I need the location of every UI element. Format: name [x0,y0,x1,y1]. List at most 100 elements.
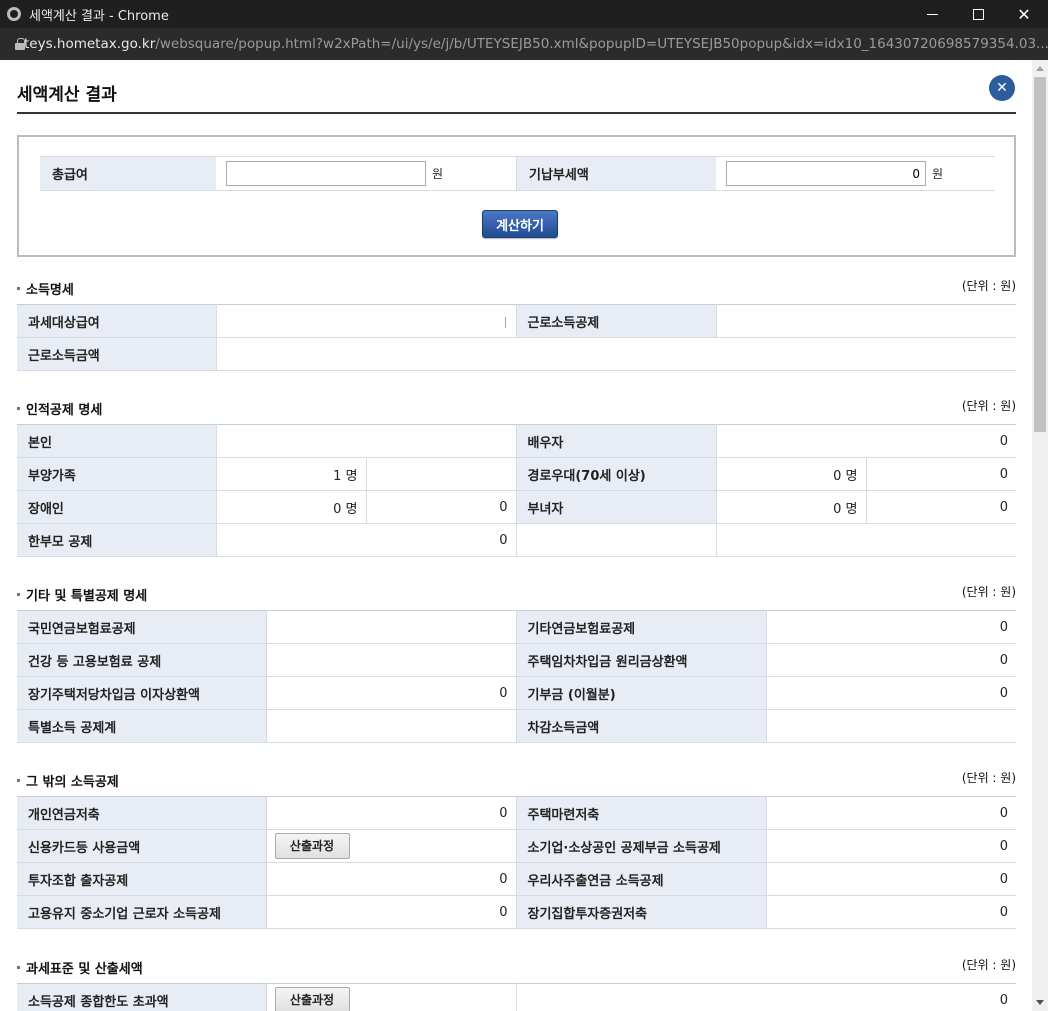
national-pension-value [266,610,517,644]
mortgage-interest-value: 0 [266,676,517,710]
health-insurance-label: 건강 등 고용보험료 공제 [17,643,267,677]
close-icon: ✕ [1017,4,1031,24]
unit-note: (단위 : 원) [961,279,1016,293]
health-insurance-value [266,643,517,677]
sme-employee-label: 고용유지 중소기업 근로자 소득공제 [17,895,267,929]
earned-income-deduction-label: 근로소득공제 [516,304,717,338]
investment-value: 0 [266,862,517,896]
disabled-label: 장애인 [17,490,217,524]
window-title-bar: 세액계산 결과 - Chrome ✕ [0,0,1048,28]
limit-excess-value: 0 [516,983,1016,1011]
unit-note: (단위 : 원) [961,771,1016,785]
minimize-icon [926,13,938,15]
deducted-income-label: 차감소득금액 [516,709,767,743]
empty-cell [516,523,717,557]
unit-note: (단위 : 원) [961,585,1016,599]
table-row: 과세대상급여 | 근로소득공제 [17,304,1016,338]
title-divider [17,112,1016,114]
minimize-button[interactable] [909,0,955,28]
credit-card-calc-process-button[interactable]: 산출과정 [274,833,350,859]
spouse-value: 0 [716,424,1016,458]
unit-note: (단위 : 원) [961,399,1016,413]
table-row: 부양가족 1 명 경로우대(70세 이상) 0 명 0 [17,457,1016,491]
elderly-count: 0 명 [716,457,867,491]
section-title-other-income-deduction: 그 밖의 소득공제 [17,771,119,790]
credit-card-cell: 산출과정 [266,829,517,863]
unit-label: 원 [932,167,944,181]
investment-label: 투자조합 출자공제 [17,862,267,896]
table-row: 한부모 공제 0 [17,523,1016,557]
elderly-label: 경로우대(70세 이상) [516,457,717,491]
esop-value: 0 [766,862,1016,896]
section-title-other-special-deduction: 기타 및 특별공제 명세 [17,585,147,604]
long-term-fund-value: 0 [766,895,1016,929]
special-total-label: 특별소득 공제계 [17,709,267,743]
unit-note: (단위 : 원) [961,958,1016,972]
self-value [216,424,517,458]
woman-value: 0 [866,490,1016,524]
table-row: 특별소득 공제계 차감소득금액 [17,709,1016,743]
gross-pay-label: 총급여 [40,157,216,190]
table-row: 신용카드등 사용금액 산출과정 소기업·소상공인 공제부금 소득공제 0 [17,829,1016,863]
single-parent-label: 한부모 공제 [17,523,217,557]
small-business-label: 소기업·소상공인 공제부금 소득공제 [516,829,767,863]
elderly-value: 0 [866,457,1016,491]
address-bar[interactable]: teys.hometax.go.kr/websquare/popup.html?… [0,28,1048,60]
dependents-value [366,457,517,491]
other-income-deduction-table: 개인연금저축 0 주택마련저축 0 신용카드등 사용금액 산출과정 소기업·소상… [17,796,1016,929]
section-title-tax-base: 과세표준 및 산출세액 [17,958,143,977]
personal-pension-label: 개인연금저축 [17,796,267,830]
taxable-pay-label: 과세대상급여 [17,304,217,338]
scroll-down-icon[interactable] [1036,1000,1044,1005]
woman-count: 0 명 [716,490,867,524]
other-special-deduction-table: 국민연금보험료공제 기타연금보험료공제 0 건강 등 고용보험료 공제 주택임차… [17,610,1016,743]
text-cursor-icon: | [503,314,508,328]
table-row: 개인연금저축 0 주택마련저축 0 [17,796,1016,830]
small-business-value: 0 [766,829,1016,863]
prepaid-tax-cell: 원 [716,157,995,190]
earned-income-amount-label: 근로소득금액 [17,337,217,371]
window-close-button[interactable]: ✕ [1001,0,1047,28]
scrollbar-thumb[interactable] [1034,77,1046,432]
scroll-up-icon[interactable] [1036,66,1044,71]
url-host: teys.hometax.go.kr [24,36,156,52]
table-row: 고용유지 중소기업 근로자 소득공제 0 장기집합투자증권저축 0 [17,895,1016,929]
popup-title: 세액계산 결과 [17,85,117,105]
calculate-button[interactable]: 계산하기 [482,210,558,238]
popup-close-button[interactable]: ✕ [989,75,1015,101]
close-icon: ✕ [996,80,1008,96]
prepaid-tax-input[interactable] [726,161,926,186]
unit-label: 원 [432,167,444,181]
prepaid-tax-label: 기납부세액 [516,157,716,190]
table-row: 소득공제 종합한도 초과액 산출과정 0 [17,983,1016,1011]
tax-base-table: 소득공제 종합한도 초과액 산출과정 0 [17,983,1016,1011]
mortgage-interest-label: 장기주택저당차입금 이자상환액 [17,676,267,710]
section-title-text: 소득명세 [26,283,74,298]
limit-excess-label: 소득공제 종합한도 초과액 [17,983,267,1011]
credit-card-label: 신용카드등 사용금액 [17,829,267,863]
gross-pay-input[interactable] [226,161,426,186]
limit-excess-calc-process-button[interactable]: 산출과정 [274,987,350,1011]
table-row: 근로소득금액 [17,337,1016,371]
single-parent-value: 0 [216,523,517,557]
personal-pension-value: 0 [266,796,517,830]
url-path: /websquare/popup.html?w2xPath=/ui/ys/e/j… [155,36,1048,52]
section-title-text: 인적공제 명세 [26,403,103,418]
housing-lease-label: 주택임차차입금 원리금상환액 [516,643,767,677]
maximize-button[interactable] [955,0,1001,28]
other-pension-value: 0 [766,610,1016,644]
personal-deduction-table: 본인 배우자 0 부양가족 1 명 경로우대(70세 이상) 0 명 0 장애인… [17,424,1016,557]
vertical-scrollbar[interactable] [1032,60,1048,1011]
spouse-label: 배우자 [516,424,717,458]
input-row: 총급여 원 기납부세액 원 [40,156,995,191]
earned-income-amount-value [216,337,1016,371]
donation-label: 기부금 (이월분) [516,676,767,710]
popup-content: 세액계산 결과 ✕ 총급여 원 기납부세액 원 계산하기 소득명세 (단위 : … [0,60,1032,1011]
empty-cell [716,523,1016,557]
deducted-income-value [766,709,1016,743]
section-title-income-detail: 소득명세 [17,279,74,298]
esop-label: 우리사주출연금 소득공제 [516,862,767,896]
table-row: 건강 등 고용보험료 공제 주택임차차입금 원리금상환액 0 [17,643,1016,677]
calculation-input-box: 총급여 원 기납부세액 원 계산하기 [17,135,1016,257]
disabled-count: 0 명 [216,490,367,524]
